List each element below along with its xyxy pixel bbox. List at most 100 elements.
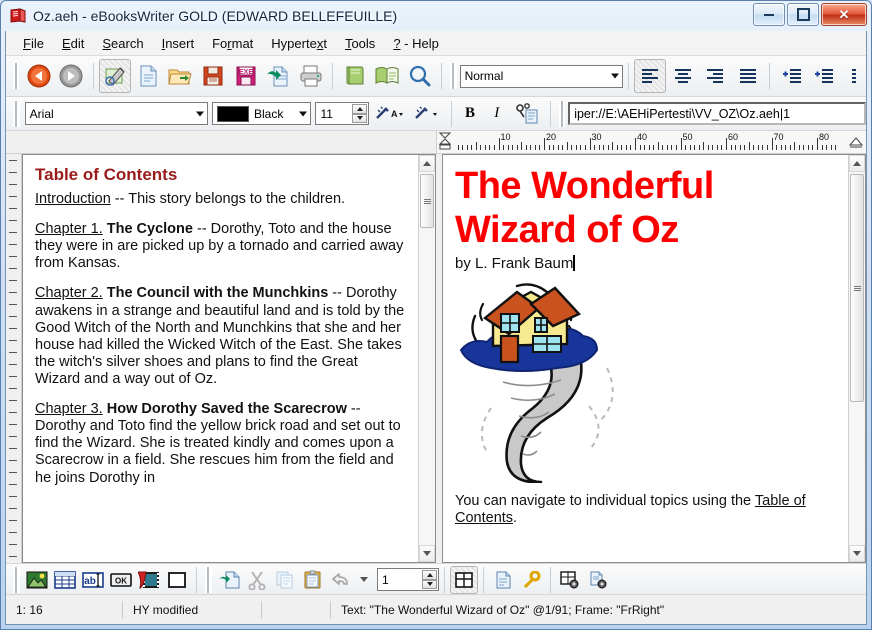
vertical-ruler-tick <box>9 328 17 329</box>
align-right-button[interactable] <box>699 59 732 93</box>
toolbar-grip[interactable] <box>13 566 20 593</box>
open-book-button[interactable] <box>371 59 404 93</box>
goto-link-button[interactable] <box>215 566 243 594</box>
font-size-down-button[interactable] <box>352 113 368 123</box>
menu-item-hypertext[interactable]: Hypertext <box>262 33 336 54</box>
insert-image-button[interactable] <box>23 566 51 594</box>
new-document-button[interactable] <box>131 59 164 93</box>
scroll-thumb[interactable] <box>850 174 864 402</box>
toc-link[interactable]: Chapter 2. <box>35 285 103 301</box>
hyperlink-button[interactable] <box>510 97 544 131</box>
scroll-up-button[interactable] <box>849 155 865 172</box>
paste-button[interactable] <box>299 566 327 594</box>
ruler-tick <box>817 138 818 150</box>
indent-increase-button[interactable] <box>775 59 808 93</box>
toolbar-grip[interactable] <box>558 100 566 127</box>
insert-frame-button[interactable] <box>163 566 191 594</box>
page-properties-button[interactable] <box>489 566 517 594</box>
vertical-ruler-tick <box>9 496 17 497</box>
frame-settings-button[interactable] <box>556 566 584 594</box>
edit-mode-button[interactable] <box>98 59 132 93</box>
frames-view-button[interactable] <box>450 565 478 594</box>
insert-textbox-button[interactable]: ab <box>79 566 107 594</box>
italic-button[interactable]: I <box>483 100 510 128</box>
export-button[interactable] <box>262 59 295 93</box>
right-document-body[interactable]: The Wonderful Wizard of Oz by L. Frank B… <box>443 155 848 562</box>
menu-item-tools[interactable]: Tools <box>336 33 384 54</box>
left-pane-scrollbar[interactable] <box>418 155 435 562</box>
font-size-spinner[interactable]: 11 <box>315 102 370 125</box>
hyperlink-address-field[interactable]: iper://E:\AEHiPertesti\VV_OZ\Oz.aeh|1 <box>568 102 867 125</box>
horizontal-ruler[interactable]: 10 20 30 40 50 60 70 80 <box>437 131 866 153</box>
left-document-pane[interactable]: Table of Contents Introduction -- This s… <box>22 154 436 563</box>
page-settings-button[interactable] <box>584 566 612 594</box>
house-on-tornado-icon[interactable] <box>457 278 836 483</box>
menu-item-edit[interactable]: Edit <box>53 33 93 54</box>
menu-item-search[interactable]: Search <box>93 33 152 54</box>
build-exe-button[interactable]: EXE <box>229 59 262 93</box>
left-document-body[interactable]: Table of Contents Introduction -- This s… <box>23 155 418 562</box>
scroll-thumb[interactable] <box>420 174 434 228</box>
page-up-button[interactable] <box>422 570 437 580</box>
magic-wand-button[interactable] <box>409 97 445 131</box>
insert-button-button[interactable]: OK <box>107 566 135 594</box>
print-button[interactable] <box>295 59 328 93</box>
align-center-button[interactable] <box>666 59 699 93</box>
ruler-number: 50 <box>682 132 693 142</box>
toc-link[interactable]: Introduction <box>35 191 111 207</box>
forward-button[interactable] <box>55 59 88 93</box>
bold-button[interactable]: B <box>457 100 484 128</box>
indent-decrease-button[interactable] <box>808 59 841 93</box>
save-button[interactable] <box>197 59 230 93</box>
closed-book-button[interactable] <box>338 59 371 93</box>
scroll-up-button[interactable] <box>419 155 435 172</box>
protection-button[interactable] <box>517 566 545 594</box>
text-effects-button[interactable]: A <box>369 97 409 131</box>
right-document-pane[interactable]: The Wonderful Wizard of Oz by L. Frank B… <box>442 154 866 563</box>
toc-link[interactable]: Chapter 1. <box>35 221 103 237</box>
close-button[interactable]: ✕ <box>821 3 867 26</box>
scroll-down-button[interactable] <box>849 545 865 562</box>
page-number-spinner[interactable]: 1 <box>377 568 439 591</box>
restore-button[interactable] <box>787 3 819 26</box>
undo-button[interactable] <box>327 566 355 594</box>
toolbar-grip[interactable] <box>13 100 20 127</box>
font-size-up-button[interactable] <box>352 104 368 114</box>
open-folder-button[interactable] <box>164 59 197 93</box>
magnifier-button[interactable] <box>404 59 437 93</box>
undo-dropdown-button[interactable] <box>355 566 373 594</box>
menu-item-help[interactable]: ? - Help <box>384 33 448 54</box>
toolbar-grip[interactable] <box>450 63 457 89</box>
toc-link[interactable]: Chapter 3. <box>35 401 103 417</box>
scroll-down-button[interactable] <box>419 545 435 562</box>
align-left-button[interactable] <box>633 59 667 93</box>
vertical-ruler-tick <box>9 388 17 389</box>
menu-item-insert[interactable]: Insert <box>153 33 204 54</box>
toolbar-grip[interactable] <box>13 63 20 89</box>
menu-item-format[interactable]: Format <box>203 33 262 54</box>
ruler-tick <box>607 145 609 150</box>
ruler-number: 30 <box>591 132 602 142</box>
insert-multimedia-button[interactable] <box>135 566 163 594</box>
font-family-combo[interactable]: Arial <box>24 102 209 125</box>
back-button[interactable] <box>22 59 55 93</box>
page-number-value: 1 <box>382 572 389 587</box>
minimize-button[interactable] <box>753 3 785 26</box>
cut-button[interactable] <box>243 566 271 594</box>
indent-marker[interactable] <box>439 132 451 151</box>
page-down-button[interactable] <box>422 579 437 589</box>
toolbar-grip[interactable] <box>205 566 212 593</box>
paragraph-style-combo[interactable]: Normal <box>459 64 623 88</box>
right-indent-marker[interactable] <box>849 137 863 149</box>
insert-table-button[interactable] <box>51 566 79 594</box>
toolbar-separator <box>549 100 551 127</box>
book-title-line1: The Wonderful <box>455 165 714 207</box>
indent-extra-button[interactable] <box>841 62 866 90</box>
copy-button[interactable] <box>271 566 299 594</box>
paragraph-style-value: Normal <box>464 69 504 83</box>
title-bar[interactable]: Oz.aeh - eBooksWriter GOLD (EDWARD BELLE… <box>1 1 871 31</box>
right-pane-scrollbar[interactable] <box>848 155 865 562</box>
align-justify-button[interactable] <box>732 59 765 93</box>
menu-item-file[interactable]: File <box>14 33 53 54</box>
font-color-combo[interactable]: Black <box>212 102 312 125</box>
